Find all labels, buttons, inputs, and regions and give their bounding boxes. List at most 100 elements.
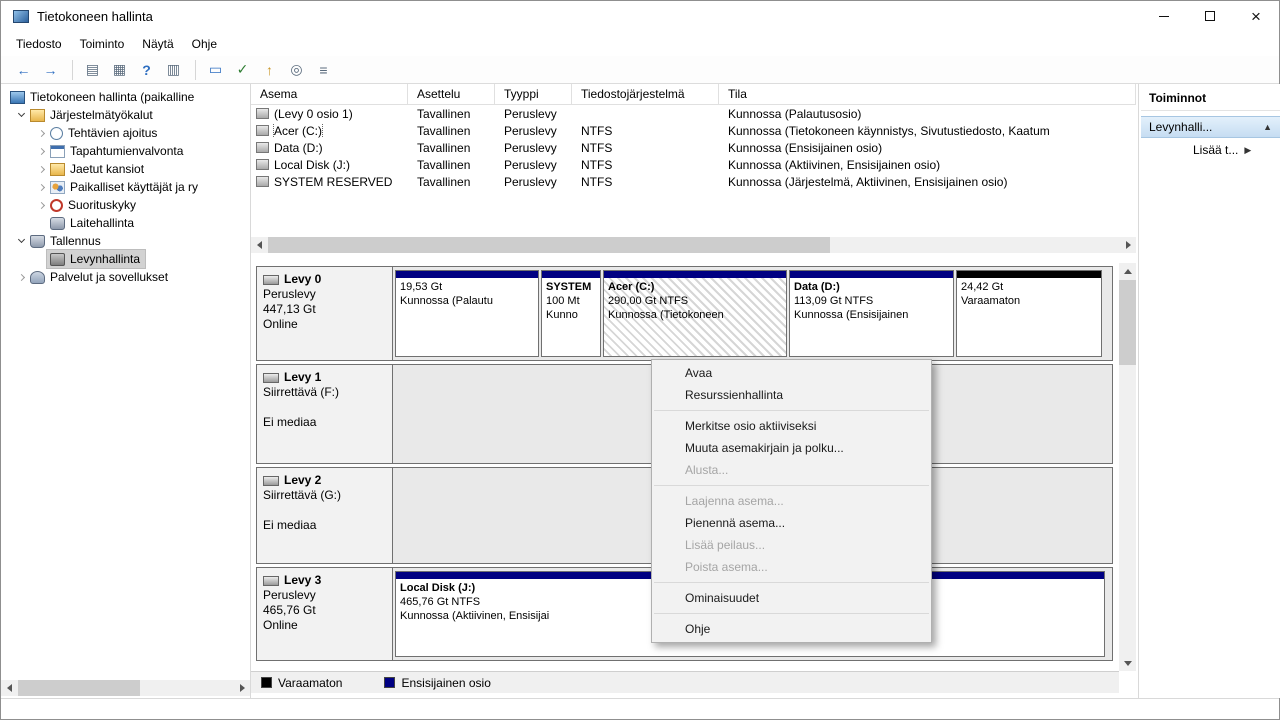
tree-item-performance[interactable]: Suorituskyky	[1, 196, 250, 214]
chevron-right-icon[interactable]	[15, 271, 27, 283]
tree-item-label: Levynhallinta	[70, 252, 141, 266]
table-row[interactable]: Local Disk (J:) Tavallinen Peruslevy NTF…	[251, 156, 1136, 173]
menu-action[interactable]: Toiminto	[71, 33, 134, 55]
tree-item-label: Tehtävien ajoitus	[68, 126, 158, 140]
collapse-up-icon[interactable]: ▲	[1263, 122, 1272, 132]
menu-item-mark-active[interactable]: Merkitse osio aktiiviseksi	[652, 415, 931, 437]
scrollbar-thumb[interactable]	[18, 680, 140, 696]
menu-item-format: Alusta...	[685, 463, 729, 477]
menu-item-open[interactable]: Avaa	[652, 362, 931, 384]
panel-divider	[1138, 84, 1139, 698]
export-list-icon[interactable]: ▦	[107, 59, 132, 81]
cell-asettelu: Tavallinen	[417, 157, 471, 172]
event-viewer-icon	[50, 144, 65, 158]
dialog-icon[interactable]: ▭	[203, 59, 228, 81]
menu-item-explore[interactable]: Resurssienhallinta	[652, 384, 931, 406]
cell-fs: NTFS	[581, 157, 613, 172]
tree-item-storage[interactable]: Tallennus	[1, 232, 250, 250]
partition-system-reserved[interactable]: SYSTEM 100 Mt Kunno	[541, 270, 601, 357]
volume-list-horizontal-scrollbar[interactable]	[251, 237, 1136, 253]
tree-item-event-viewer[interactable]: Tapahtumienvalvonta	[1, 142, 250, 160]
table-row[interactable]: (Levy 0 osio 1) Tavallinen Peruslevy Kun…	[251, 105, 1136, 122]
chevron-down-icon[interactable]	[15, 109, 27, 121]
chevron-right-icon[interactable]	[35, 181, 47, 193]
cell-tyyppi: Peruslevy	[504, 123, 557, 138]
window-title: Tietokoneen hallinta	[37, 8, 153, 24]
scrollbar-thumb[interactable]	[1119, 280, 1136, 365]
tree-item-computer-management[interactable]: Tietokoneen hallinta (paikalline	[1, 88, 250, 106]
back-icon[interactable]: ←	[11, 59, 36, 81]
tree-horizontal-scrollbar[interactable]	[1, 680, 250, 696]
table-row[interactable]: SYSTEM RESERVED Tavallinen Peruslevy NTF…	[251, 173, 1136, 190]
tree-item-shared-folders[interactable]: Jaetut kansiot	[1, 160, 250, 178]
disk-label-levy2[interactable]: Levy 2 Siirrettävä (G:) Ei mediaa	[257, 468, 393, 563]
menu-item-shrink-volume[interactable]: Pienennä asema...	[652, 512, 931, 534]
cell-asema: Data (D:)	[274, 140, 323, 155]
action-pane-icon[interactable]: ▥	[161, 59, 186, 81]
minimize-button[interactable]	[1141, 1, 1187, 31]
scrollbar-thumb[interactable]	[268, 237, 830, 253]
close-button[interactable]: ×	[1233, 1, 1279, 31]
legend-unallocated: Varaamaton	[261, 676, 342, 690]
cell-asettelu: Tavallinen	[417, 106, 471, 121]
column-header-asettelu[interactable]: Asettelu	[408, 84, 495, 104]
console-tree: Tietokoneen hallinta (paikalline Järjest…	[1, 84, 250, 286]
console-tree-icon[interactable]: ▤	[80, 59, 105, 81]
column-header-asema[interactable]: Asema	[251, 84, 408, 104]
task-scheduler-icon	[50, 126, 63, 140]
chevron-right-icon[interactable]	[35, 127, 47, 139]
disk-view-vertical-scrollbar[interactable]	[1119, 263, 1136, 671]
tree-item-label: Paikalliset käyttäjät ja ry	[70, 180, 199, 194]
disk-track: 19,53 Gt Kunnossa (Palautu SYSTEM 100 Mt Ku…	[393, 267, 1112, 360]
chevron-right-icon[interactable]	[35, 145, 47, 157]
cell-tyyppi: Peruslevy	[504, 140, 557, 155]
forward-icon[interactable]: →	[38, 59, 63, 81]
tree-item-local-users-groups[interactable]: Paikalliset käyttäjät ja ry	[1, 178, 250, 196]
scroll-right-arrow[interactable]	[1120, 237, 1136, 253]
partition-data-d[interactable]: Data (D:) 113,09 Gt NTFS Kunnossa (Ensisij…	[789, 270, 954, 357]
scroll-left-arrow[interactable]	[1, 680, 17, 696]
check-document-icon[interactable]: ✓	[230, 59, 255, 81]
search-document-icon[interactable]: ◎	[284, 59, 309, 81]
disk-label-levy0[interactable]: Levy 0 Peruslevy 447,13 Gt Online	[257, 267, 393, 360]
disk-label-levy1[interactable]: Levy 1 Siirrettävä (F:) Ei mediaa	[257, 365, 393, 463]
volume-icon	[256, 108, 269, 119]
disk-icon	[263, 274, 279, 285]
menu-item-help[interactable]: Ohje	[652, 618, 931, 640]
column-header-tila[interactable]: Tila	[719, 84, 1136, 104]
tree-item-services-applications[interactable]: Palvelut ja sovellukset	[1, 268, 250, 286]
actions-more-item[interactable]: Lisää t... ▶	[1141, 138, 1280, 162]
disk-management-icon	[50, 252, 65, 266]
menu-help[interactable]: Ohje	[183, 33, 226, 55]
tree-item-device-manager[interactable]: Laitehallinta	[1, 214, 250, 232]
scroll-down-arrow[interactable]	[1119, 655, 1136, 671]
disk-label-levy3[interactable]: Levy 3 Peruslevy 465,76 Gt Online	[257, 568, 393, 660]
menu-item-change-drive-letter[interactable]: Muuta asemakirjain ja polku...	[652, 437, 931, 459]
scroll-right-arrow[interactable]	[234, 680, 250, 696]
partition-unallocated[interactable]: 24,42 Gt Varaamaton	[956, 270, 1102, 357]
primary-partition-color-swatch	[384, 677, 396, 688]
chevron-down-icon[interactable]	[15, 235, 27, 247]
scroll-left-arrow[interactable]	[251, 237, 267, 253]
chevron-right-icon[interactable]	[35, 163, 47, 175]
scroll-up-arrow[interactable]	[1119, 263, 1136, 279]
tree-item-system-tools[interactable]: Järjestelmätyökalut	[1, 106, 250, 124]
tree-item-task-scheduler[interactable]: Tehtävien ajoitus	[1, 124, 250, 142]
chevron-right-icon[interactable]	[35, 199, 47, 211]
help-icon[interactable]: ?	[134, 59, 159, 81]
menu-view[interactable]: Näytä	[133, 33, 182, 55]
tree-item-disk-management[interactable]: Levynhallinta	[1, 249, 250, 269]
legend-label: Varaamaton	[278, 675, 343, 690]
list-view-icon[interactable]: ≡	[311, 59, 336, 81]
column-header-tiedostojarjestelma[interactable]: Tiedostojärjestelmä	[572, 84, 719, 104]
partition-recovery[interactable]: 19,53 Gt Kunnossa (Palautu	[395, 270, 539, 357]
menu-file[interactable]: Tiedosto	[7, 33, 71, 55]
up-folder-icon[interactable]: ↑	[257, 59, 282, 81]
table-row[interactable]: Acer (C:) Tavallinen Peruslevy NTFS Kunn…	[251, 122, 1136, 139]
column-header-tyyppi[interactable]: Tyyppi	[495, 84, 572, 104]
actions-group-disk-management[interactable]: Levynhalli... ▲	[1141, 116, 1280, 138]
maximize-button[interactable]	[1187, 1, 1233, 31]
table-row[interactable]: Data (D:) Tavallinen Peruslevy NTFS Kunn…	[251, 139, 1136, 156]
menu-item-properties[interactable]: Ominaisuudet	[652, 587, 931, 609]
partition-acer-c[interactable]: Acer (C:) 290,00 Gt NTFS Kunnossa (Tietoko…	[603, 270, 787, 357]
